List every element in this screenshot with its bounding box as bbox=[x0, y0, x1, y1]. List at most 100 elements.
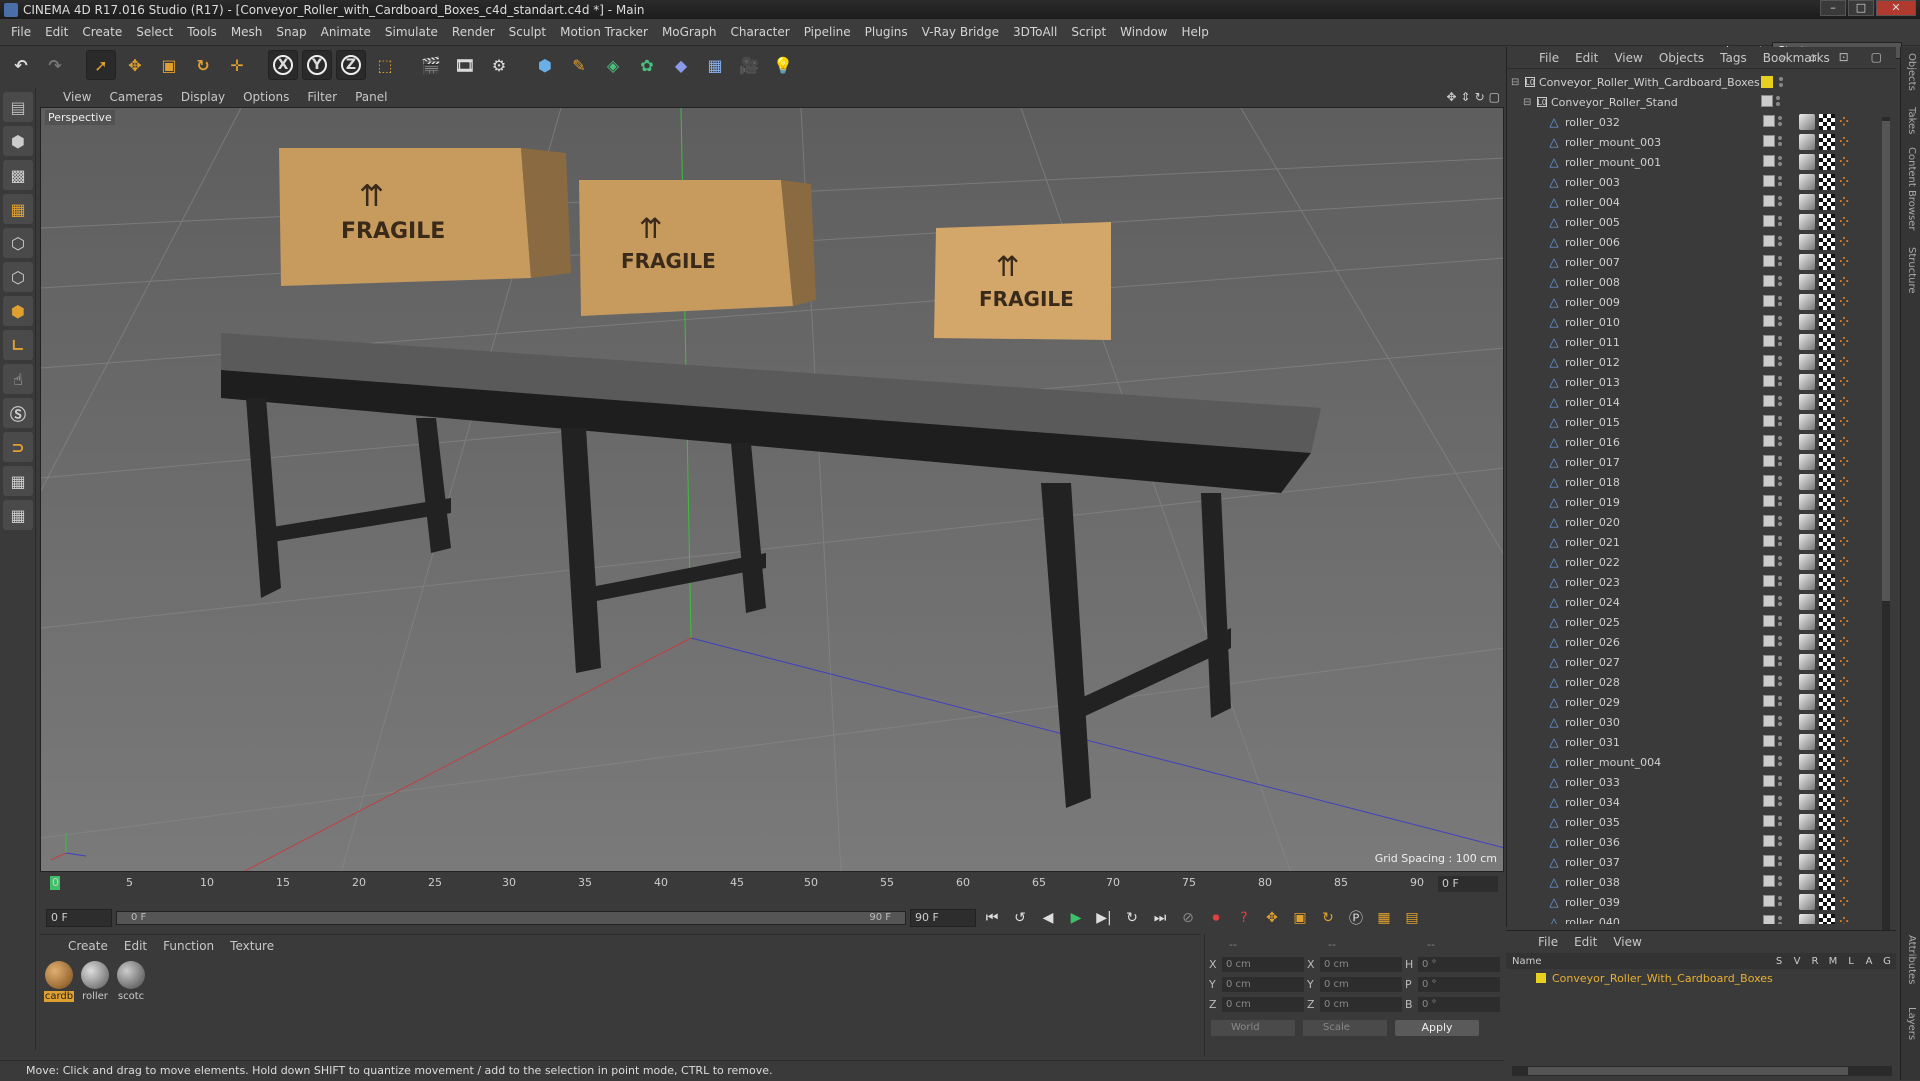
editor-visible-icon[interactable] bbox=[1763, 475, 1775, 487]
collapse-icon[interactable]: ⊟ bbox=[1523, 97, 1537, 108]
uvw-tag-icon[interactable]: ⁘ bbox=[1839, 155, 1849, 169]
material-tag-icon[interactable] bbox=[1819, 234, 1835, 250]
editor-visible-icon[interactable] bbox=[1763, 535, 1775, 547]
visibility-dots-icon[interactable] bbox=[1778, 815, 1782, 827]
editor-visible-icon[interactable] bbox=[1763, 375, 1775, 387]
record-icon[interactable]: ⏺ bbox=[1204, 906, 1228, 930]
rotation-b-field[interactable]: 0 ° bbox=[1418, 996, 1500, 1012]
menu-create[interactable]: Create bbox=[75, 25, 129, 39]
uvw-tag-icon[interactable]: ⁘ bbox=[1839, 415, 1849, 429]
menu-3dtoall[interactable]: 3DToAll bbox=[1006, 25, 1064, 39]
camera-icon[interactable]: 🎥 bbox=[734, 50, 764, 80]
object-row[interactable]: △ roller_mount_003 ⁘ bbox=[1507, 132, 1891, 152]
object-row[interactable]: △ roller_004 ⁘ bbox=[1507, 192, 1891, 212]
material-tag-icon[interactable] bbox=[1819, 374, 1835, 390]
texture-tag-icon[interactable] bbox=[1799, 634, 1815, 650]
menu-select[interactable]: Select bbox=[129, 25, 180, 39]
make-editable-icon[interactable]: ▤ bbox=[3, 92, 33, 122]
key-scale-icon[interactable]: ▣ bbox=[1288, 906, 1312, 930]
texture-tag-icon[interactable] bbox=[1799, 214, 1815, 230]
object-row[interactable]: △ roller_014 ⁘ bbox=[1507, 392, 1891, 412]
uvw-tag-icon[interactable]: ⁘ bbox=[1839, 135, 1849, 149]
object-row[interactable]: △ roller_006 ⁘ bbox=[1507, 232, 1891, 252]
uvw-tag-icon[interactable]: ⁘ bbox=[1839, 175, 1849, 189]
object-row[interactable]: △ roller_026 ⁘ bbox=[1507, 632, 1891, 652]
texture-tag-icon[interactable] bbox=[1799, 674, 1815, 690]
object-row[interactable]: △ roller_035 ⁘ bbox=[1507, 812, 1891, 832]
texture-mode-icon[interactable]: ▩ bbox=[3, 160, 33, 190]
editor-visible-icon[interactable] bbox=[1761, 95, 1773, 107]
3d-viewport[interactable]: FRAGILE ⇈ FRAGILE ⇈ FRAGILE ⇈ Perspectiv… bbox=[40, 107, 1504, 872]
uvw-tag-icon[interactable]: ⁘ bbox=[1839, 655, 1849, 669]
material-tag-icon[interactable] bbox=[1819, 134, 1835, 150]
editor-visible-icon[interactable] bbox=[1763, 555, 1775, 567]
material-tag-icon[interactable] bbox=[1819, 554, 1835, 570]
uvw-tag-icon[interactable]: ⁘ bbox=[1839, 595, 1849, 609]
material-tag-icon[interactable] bbox=[1819, 574, 1835, 590]
menu-animate[interactable]: Animate bbox=[314, 25, 378, 39]
editor-visible-icon[interactable] bbox=[1763, 915, 1775, 924]
coordinate-space-dropdown[interactable]: World bbox=[1211, 1020, 1295, 1036]
uvw-tag-icon[interactable]: ⁘ bbox=[1839, 575, 1849, 589]
uvw-tag-icon[interactable]: ⁘ bbox=[1839, 555, 1849, 569]
uvw-tag-icon[interactable]: ⁘ bbox=[1839, 495, 1849, 509]
uvw-tag-icon[interactable]: ⁘ bbox=[1839, 235, 1849, 249]
object-row[interactable]: △ roller_028 ⁘ bbox=[1507, 672, 1891, 692]
next-key-icon[interactable]: ↻ bbox=[1120, 906, 1144, 930]
tab-structure[interactable]: Structure bbox=[1906, 247, 1917, 294]
viewport-menu-filter[interactable]: Filter bbox=[298, 90, 346, 104]
visibility-dots-icon[interactable] bbox=[1778, 335, 1782, 347]
editor-visible-icon[interactable] bbox=[1763, 135, 1775, 147]
go-to-end-icon[interactable]: ⏭ bbox=[1148, 906, 1172, 930]
visibility-dots-icon[interactable] bbox=[1778, 175, 1782, 187]
tweak-mode-icon[interactable]: ☝ bbox=[3, 364, 33, 394]
texture-tag-icon[interactable] bbox=[1799, 594, 1815, 610]
object-row[interactable]: △ roller_011 ⁘ bbox=[1507, 332, 1891, 352]
object-row[interactable]: △ roller_029 ⁘ bbox=[1507, 692, 1891, 712]
object-row-stand[interactable]: ⊟ L0 Conveyor_Roller_Stand bbox=[1507, 92, 1891, 112]
texture-tag-icon[interactable] bbox=[1799, 254, 1815, 270]
material-tag-icon[interactable] bbox=[1819, 734, 1835, 750]
uvw-tag-icon[interactable]: ⁘ bbox=[1839, 715, 1849, 729]
pen-spline-icon[interactable]: ✎ bbox=[564, 50, 594, 80]
subdivision-surface-icon[interactable]: ◈ bbox=[598, 50, 628, 80]
visibility-dots-icon[interactable] bbox=[1778, 295, 1782, 307]
object-row-root[interactable]: ⊟ L0 Conveyor_Roller_With_Cardboard_Boxe… bbox=[1507, 72, 1891, 92]
visibility-dots-icon[interactable] bbox=[1778, 415, 1782, 427]
texture-tag-icon[interactable] bbox=[1799, 194, 1815, 210]
editor-visible-icon[interactable] bbox=[1763, 215, 1775, 227]
visibility-dots-icon[interactable] bbox=[1778, 495, 1782, 507]
object-row[interactable]: △ roller_040 ⁘ bbox=[1507, 912, 1891, 924]
material-scotch[interactable]: scotc bbox=[116, 961, 146, 1002]
material-tag-icon[interactable] bbox=[1819, 774, 1835, 790]
editor-visible-icon[interactable] bbox=[1763, 295, 1775, 307]
texture-tag-icon[interactable] bbox=[1799, 154, 1815, 170]
workplane-mode-icon[interactable]: ▦ bbox=[3, 194, 33, 224]
uvw-tag-icon[interactable]: ⁘ bbox=[1839, 515, 1849, 529]
material-tag-icon[interactable] bbox=[1819, 154, 1835, 170]
editor-visible-icon[interactable] bbox=[1763, 255, 1775, 267]
viewport-menu-panel[interactable]: Panel bbox=[346, 90, 396, 104]
workplane-axis-icon[interactable]: ▦ bbox=[3, 500, 33, 530]
start-frame-field[interactable]: 0 F bbox=[46, 909, 112, 927]
points-mode-icon[interactable]: ⬡ bbox=[3, 228, 33, 258]
texture-tag-icon[interactable] bbox=[1799, 394, 1815, 410]
key-parameter-icon[interactable]: Ⓟ bbox=[1344, 906, 1368, 930]
material-tag-icon[interactable] bbox=[1819, 334, 1835, 350]
editor-visible-icon[interactable] bbox=[1763, 875, 1775, 887]
snap-icon[interactable]: Ⓢ bbox=[3, 398, 33, 428]
visibility-dots-icon[interactable] bbox=[1776, 95, 1780, 107]
visibility-dots-icon[interactable] bbox=[1778, 275, 1782, 287]
material-tag-icon[interactable] bbox=[1819, 214, 1835, 230]
uvw-tag-icon[interactable]: ⁘ bbox=[1839, 275, 1849, 289]
visibility-dots-icon[interactable] bbox=[1778, 715, 1782, 727]
objects-menu-objects[interactable]: Objects bbox=[1651, 51, 1712, 65]
uvw-tag-icon[interactable]: ⁘ bbox=[1839, 195, 1849, 209]
viewport-menu-cameras[interactable]: Cameras bbox=[100, 90, 171, 104]
object-row[interactable]: △ roller_027 ⁘ bbox=[1507, 652, 1891, 672]
next-frame-icon[interactable]: ▶| bbox=[1092, 906, 1116, 930]
x-axis-lock-icon[interactable]: X bbox=[268, 50, 298, 80]
texture-tag-icon[interactable] bbox=[1799, 454, 1815, 470]
menu-snap[interactable]: Snap bbox=[269, 25, 313, 39]
visibility-dots-icon[interactable] bbox=[1778, 915, 1782, 924]
